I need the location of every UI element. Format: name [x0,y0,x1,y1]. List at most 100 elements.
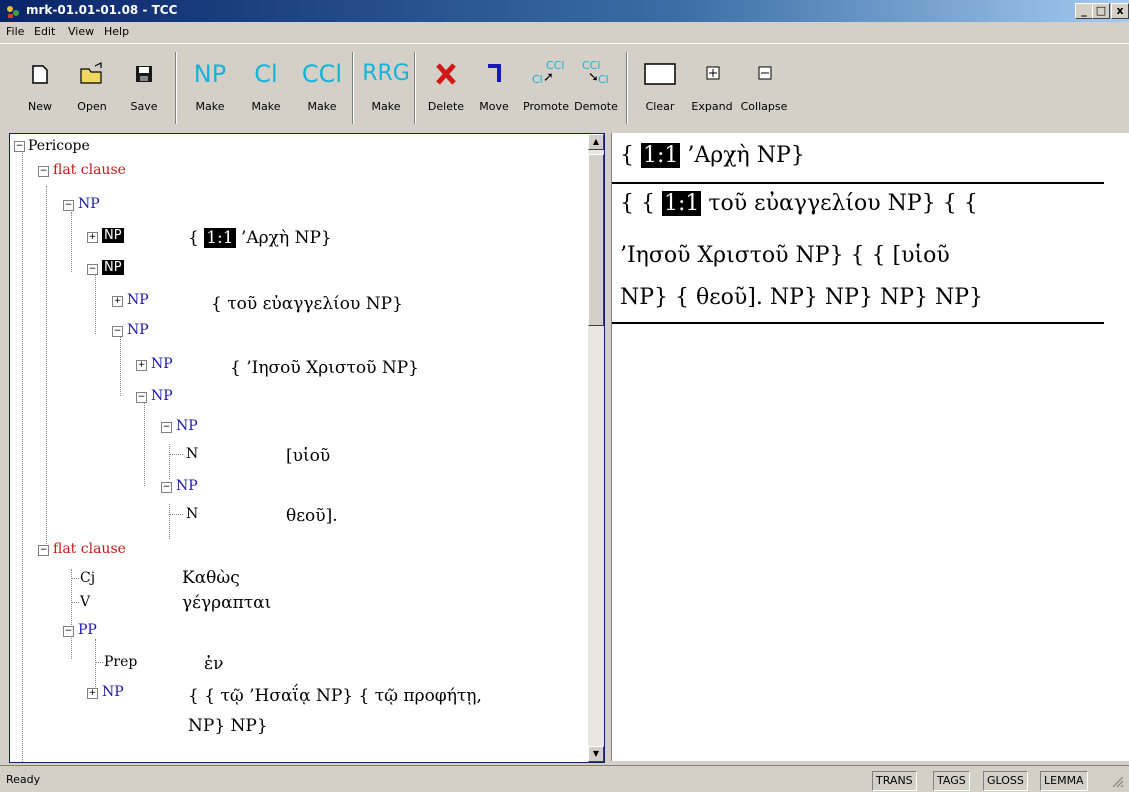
promote-label: Promote [523,100,569,113]
menu-help[interactable]: Help [104,25,129,38]
expand-button[interactable]: Expand [684,50,740,128]
collapse-label: Collapse [740,100,788,113]
scroll-up-arrow-icon[interactable]: ▲ [588,134,604,150]
tree-node-np[interactable]: NP [151,356,173,372]
np-make-button[interactable]: NP Make [182,50,238,128]
tree-line [169,444,170,479]
status-bar: Ready TRANS TAGS GLOSS LEMMA [0,765,1129,792]
demote-button[interactable]: CCl Cl ➘ Demote [568,50,624,128]
tree-node-n[interactable]: N [186,506,198,522]
move-button[interactable]: Move [466,50,522,128]
toolbar: New Open Save NP Make Cl Make CCl Make R… [0,43,1129,132]
collapse-toggle[interactable]: − [38,166,49,177]
tree-node-cj[interactable]: Cj [80,570,95,586]
cl-make-button[interactable]: Cl Make [238,50,294,128]
tree-node-np[interactable]: NP [127,292,149,308]
scroll-thumb[interactable] [588,154,604,326]
tree-node-np-selected[interactable]: NP [102,228,124,243]
collapse-toggle[interactable]: − [136,392,147,403]
status-panel-gloss[interactable]: GLOSS [983,771,1028,791]
verse-ref-badge: 1:1 [641,143,681,168]
open-button[interactable]: Open [64,50,120,128]
rrg-make-button[interactable]: RRG Make [358,50,414,128]
demote-icon-bot: Cl [598,73,609,86]
collapse-toggle[interactable]: − [63,200,74,211]
clear-label: Clear [645,100,675,113]
save-label: Save [130,100,158,113]
status-text: Ready [6,773,41,786]
collapse-toggle[interactable]: − [161,422,172,433]
tree-node-flat-clause[interactable]: flat clause [53,162,126,178]
close-button[interactable]: x [1111,3,1129,19]
expand-toggle[interactable]: + [136,360,147,371]
ccl-icon: CCl [301,60,343,88]
expand-toggle[interactable]: + [87,688,98,699]
minimize-button[interactable]: _ [1075,3,1093,19]
status-panel-trans[interactable]: TRANS [872,771,917,791]
menu-view[interactable]: View [68,25,94,38]
tree-text: [υἱοῦ [286,446,331,466]
tree-text: { 1:1 ’Αρχὴ NP} [188,228,332,248]
new-label: New [28,100,52,113]
tree-node-np[interactable]: NP [78,196,100,212]
resize-grip-icon[interactable] [1110,774,1124,788]
tree-line [71,602,79,603]
collapse-toggle[interactable]: − [161,482,172,493]
new-button[interactable]: New [12,50,68,128]
status-panel-tags[interactable]: TAGS [933,771,970,791]
tree-line [95,662,103,663]
promote-button[interactable]: CCl Cl ➚ Promote [518,50,574,128]
collapse-toggle[interactable]: − [87,264,98,275]
tree-node-np-selected[interactable]: NP [102,260,124,275]
collapse-toggle[interactable]: − [112,326,123,337]
expand-toggle[interactable]: + [112,296,123,307]
text-view[interactable]: { 1:1 ’Αρχὴ NP} { { 1:1 τοῦ εὐαγγελίου N… [611,133,1129,761]
tree-node-np[interactable]: NP [151,388,173,404]
tree-node-pericope[interactable]: Pericope [28,138,90,154]
status-panel-lemma[interactable]: LEMMA [1040,771,1088,791]
collapse-button[interactable]: Collapse [736,50,792,128]
verse-ref-badge: 1:1 [661,191,702,216]
menu-edit[interactable]: Edit [34,25,55,38]
tree-node-v[interactable]: V [80,594,90,610]
np-icon: NP [193,60,227,88]
expand-plus-icon [706,66,720,80]
tree-scrollbar[interactable]: ▲ ▼ [588,134,604,762]
rrg-icon: RRG [362,61,410,86]
tree-text: ἐν [204,654,224,674]
tree-node-np[interactable]: NP [102,684,124,700]
menu-file[interactable]: File [6,25,24,38]
collapse-toggle[interactable]: − [14,141,25,152]
tree-text-brace: { [188,228,205,248]
tree-node-n[interactable]: N [186,446,198,462]
tree-line [71,212,72,272]
title-bar[interactable]: mrk-01.01-01.08 - TCC _ □ x [0,0,1129,22]
tree-line [71,578,79,579]
tree-text: NP} NP} [188,716,268,736]
tree-view[interactable]: − Pericope − flat clause − NP + NP { 1:1… [9,133,605,763]
collapse-toggle[interactable]: − [63,626,74,637]
tree-line [169,454,183,455]
tree-line [169,504,170,539]
clear-button[interactable]: Clear [632,50,688,128]
save-disk-icon [136,66,152,82]
open-label: Open [77,100,107,113]
text-brace: { { [620,191,662,216]
toolbar-separator [352,52,354,124]
tree-node-flat-clause[interactable]: flat clause [53,541,126,557]
ccl-make-button[interactable]: CCl Make [294,50,350,128]
tree-node-np[interactable]: NP [127,322,149,338]
tree-node-pp[interactable]: PP [78,622,97,638]
expand-toggle[interactable]: + [87,232,98,243]
save-button[interactable]: Save [116,50,172,128]
toolbar-separator [626,52,628,124]
maximize-button[interactable]: □ [1092,3,1110,19]
tree-node-prep[interactable]: Prep [104,654,137,670]
tree-node-np[interactable]: NP [176,418,198,434]
tree-text: θεοῦ]. [286,506,338,526]
collapse-toggle[interactable]: − [38,545,49,556]
text-line: NP} { θεοῦ]. NP} NP} NP} NP} [620,285,984,310]
scroll-down-arrow-icon[interactable]: ▼ [588,746,604,762]
tree-node-np[interactable]: NP [176,478,198,494]
np-make-label: Make [195,100,225,113]
